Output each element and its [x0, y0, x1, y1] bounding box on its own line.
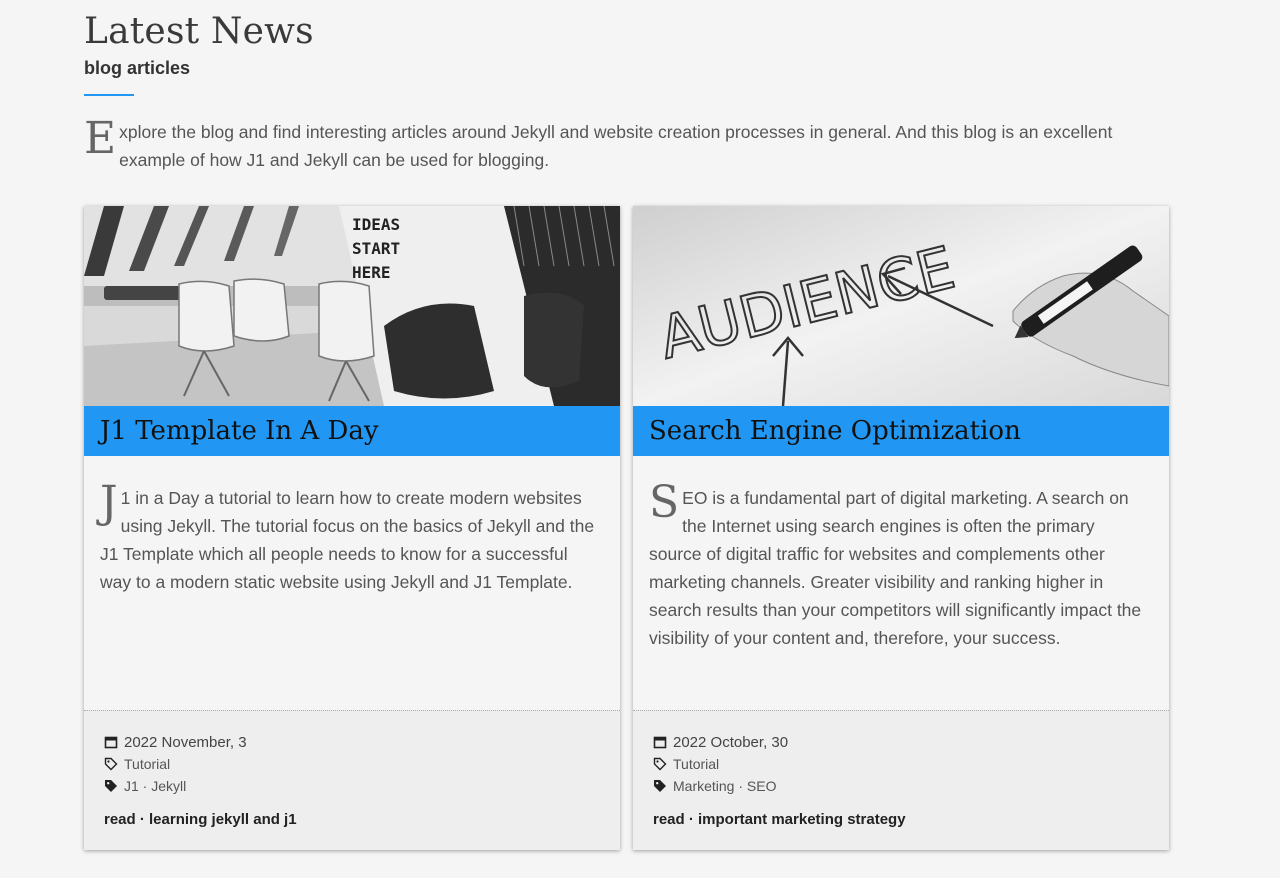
image-text-line: START — [352, 239, 400, 258]
card-footer: 2022 October, 30 Tutorial Marketing · SE… — [633, 710, 1169, 850]
calendar-icon — [653, 735, 667, 749]
article-card: AUDIENCE Search Engine Optimization S EO… — [633, 206, 1169, 850]
card-tags[interactable]: J1 · Jekyll — [124, 778, 186, 794]
card-date-row: 2022 November, 3 — [104, 731, 600, 753]
card-excerpt: J1 in a Day a tutorial to learn how to c… — [84, 456, 620, 708]
card-title-bar[interactable]: J1 Template In A Day — [84, 406, 620, 456]
card-tags[interactable]: Marketing · SEO — [673, 778, 776, 794]
intro-text: xplore the blog and find interesting art… — [119, 122, 1113, 170]
card-excerpt-text: EO is a fundamental part of digital mark… — [649, 488, 1142, 648]
read-more-link[interactable]: read · important marketing strategy — [653, 811, 1149, 828]
article-cards: IDEAS START HERE J1 Template In A Day J1… — [84, 206, 1170, 850]
article-card: IDEAS START HERE J1 Template In A Day J1… — [84, 206, 620, 850]
card-category-row: Tutorial — [104, 753, 600, 775]
card-title-bar[interactable]: Search Engine Optimization — [633, 406, 1169, 456]
image-text-line: HERE — [352, 263, 391, 282]
tag-outline-icon — [653, 757, 667, 771]
card-footer: 2022 November, 3 Tutorial J1 · Jekyll re… — [84, 710, 620, 850]
card-category[interactable]: Tutorial — [124, 756, 170, 772]
card-title[interactable]: J1 Template In A Day — [100, 416, 379, 446]
tag-outline-icon — [104, 757, 118, 771]
card-category-row: Tutorial — [653, 753, 1149, 775]
card-date-row: 2022 October, 30 — [653, 731, 1149, 753]
card-date: 2022 October, 30 — [673, 733, 789, 751]
audience-whiteboard-image[interactable]: AUDIENCE — [633, 206, 1169, 406]
tag-icon — [104, 779, 118, 793]
card-title[interactable]: Search Engine Optimization — [649, 416, 1021, 446]
card-dropcap: J — [100, 477, 118, 528]
accent-divider — [84, 94, 134, 96]
page: Latest News blog articles Explore the bl… — [0, 0, 1280, 878]
tag-icon — [653, 779, 667, 793]
intro-dropcap: E — [84, 113, 117, 164]
page-header: Latest News blog articles — [84, 10, 1174, 96]
image-text-line: IDEAS — [352, 215, 400, 234]
card-category[interactable]: Tutorial — [673, 756, 719, 772]
card-excerpt-text: 1 in a Day a tutorial to learn how to cr… — [100, 488, 595, 592]
card-tags-row: Marketing · SEO — [653, 775, 1149, 797]
page-subtitle: blog articles — [84, 58, 191, 78]
card-date: 2022 November, 3 — [124, 733, 247, 751]
read-more-link[interactable]: read · learning jekyll and j1 — [104, 811, 600, 828]
office-chairs-image[interactable]: IDEAS START HERE — [84, 206, 620, 406]
intro-paragraph: Explore the blog and find interesting ar… — [84, 113, 1174, 174]
card-dropcap: S — [649, 477, 680, 528]
card-excerpt: S EO is a fundamental part of digital mar… — [633, 456, 1169, 708]
page-title: Latest News — [84, 11, 314, 52]
calendar-icon — [104, 735, 118, 749]
card-tags-row: J1 · Jekyll — [104, 775, 600, 797]
